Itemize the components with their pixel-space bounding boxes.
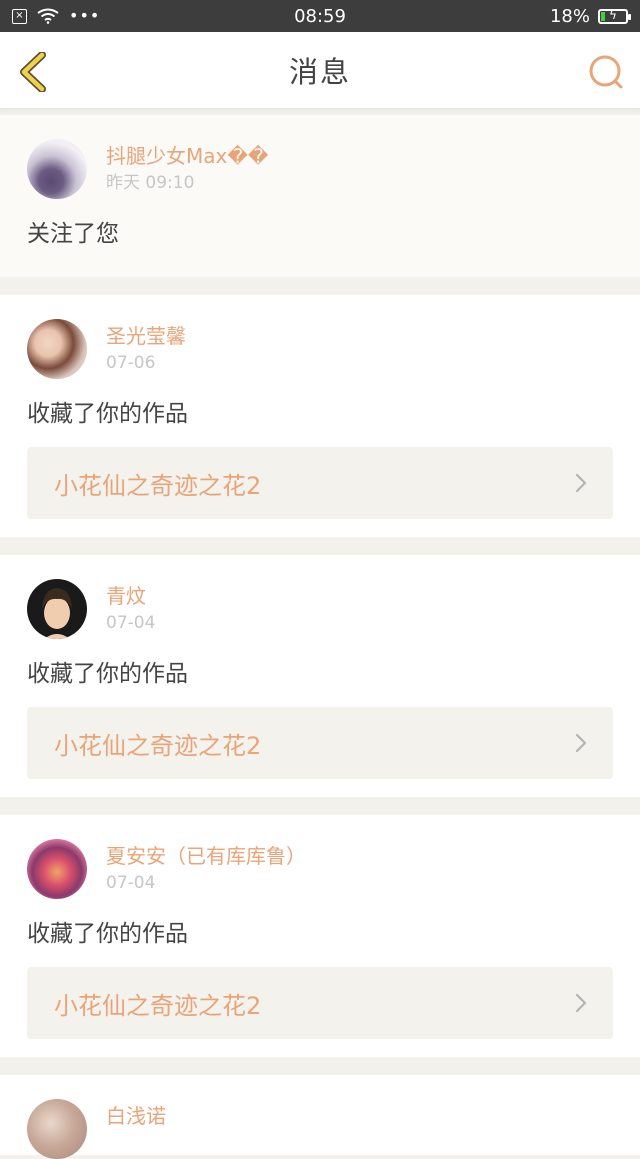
user-name[interactable]: 青炆 [106, 583, 155, 609]
chevron-left-icon[interactable] [16, 52, 52, 92]
card-header: 白浅诺 [27, 1099, 613, 1159]
action-text: 收藏了你的作品 [27, 401, 188, 427]
avatar-face-icon [42, 588, 72, 639]
user-name[interactable]: 圣光莹馨 [106, 323, 186, 349]
work-title: 小花仙之奇迹之花2 [54, 731, 262, 760]
notification-card[interactable]: 白浅诺 [0, 1075, 640, 1159]
battery-percent: 18% [549, 5, 590, 27]
timestamp: 07-04 [106, 873, 156, 893]
work-title: 小花仙之奇迹之花2 [54, 991, 262, 1020]
card-header: 青炆 07-04 [27, 579, 613, 639]
avatar[interactable] [27, 579, 87, 639]
avatar[interactable] [27, 1099, 87, 1159]
avatar[interactable] [27, 139, 87, 199]
notification-feed: 抖腿少女Max�� 昨天 09:10 关注了您 圣光莹馨 07-06 收藏了你的… [0, 115, 640, 1159]
avatar[interactable] [27, 319, 87, 379]
chevron-right-icon [575, 993, 587, 1013]
card-header: 夏安安（已有库库鲁） 07-04 [27, 839, 613, 899]
work-link[interactable]: 小花仙之奇迹之花2 [27, 707, 613, 779]
status-bar: × ••• 08:59 18% ϟ [0, 0, 640, 32]
action-text: 收藏了你的作品 [27, 661, 188, 687]
chevron-right-icon [575, 733, 587, 753]
page-title: 消息 [288, 55, 351, 89]
user-meta: 白浅诺 [106, 1099, 166, 1129]
charging-bolt-icon: ϟ [609, 7, 617, 22]
work-link[interactable]: 小花仙之奇迹之花2 [27, 967, 613, 1039]
work-title: 小花仙之奇迹之花2 [54, 471, 262, 500]
battery-icon: ϟ [598, 7, 631, 24]
work-link[interactable]: 小花仙之奇迹之花2 [27, 447, 613, 519]
notification-card[interactable]: 圣光莹馨 07-06 收藏了你的作品 小花仙之奇迹之花2 [0, 295, 640, 537]
nav-bar: 消息 [0, 32, 640, 109]
user-name[interactable]: 白浅诺 [106, 1103, 166, 1129]
action-text: 收藏了你的作品 [27, 921, 188, 947]
user-meta: 青炆 07-04 [106, 579, 155, 634]
wifi-icon [37, 8, 59, 24]
user-meta: 夏安安（已有库库鲁） 07-04 [106, 839, 306, 894]
notification-x-icon: × [12, 8, 27, 24]
notification-card[interactable]: 夏安安（已有库库鲁） 07-04 收藏了你的作品 小花仙之奇迹之花2 [0, 815, 640, 1057]
status-right: 18% ϟ [549, 5, 631, 27]
notification-card[interactable]: 抖腿少女Max�� 昨天 09:10 关注了您 [0, 115, 640, 277]
notification-card[interactable]: 青炆 07-04 收藏了你的作品 小花仙之奇迹之花2 [0, 555, 640, 797]
user-meta: 抖腿少女Max�� 昨天 09:10 [106, 139, 268, 194]
user-name[interactable]: 夏安安（已有库库鲁） [106, 843, 306, 869]
timestamp: 昨天 09:10 [106, 173, 195, 193]
search-icon[interactable] [588, 54, 624, 90]
avatar[interactable] [27, 839, 87, 899]
card-header: 圣光莹馨 07-06 [27, 319, 613, 379]
timestamp: 07-06 [106, 353, 156, 373]
more-dots-icon: ••• [69, 6, 101, 25]
timestamp: 07-04 [106, 613, 156, 633]
action-text: 关注了您 [27, 221, 119, 247]
user-meta: 圣光莹馨 07-06 [106, 319, 186, 374]
status-left-icons: × ••• [12, 8, 100, 24]
card-header: 抖腿少女Max�� 昨天 09:10 [27, 139, 613, 199]
chevron-right-icon [575, 473, 587, 493]
user-name[interactable]: 抖腿少女Max�� [106, 143, 268, 169]
